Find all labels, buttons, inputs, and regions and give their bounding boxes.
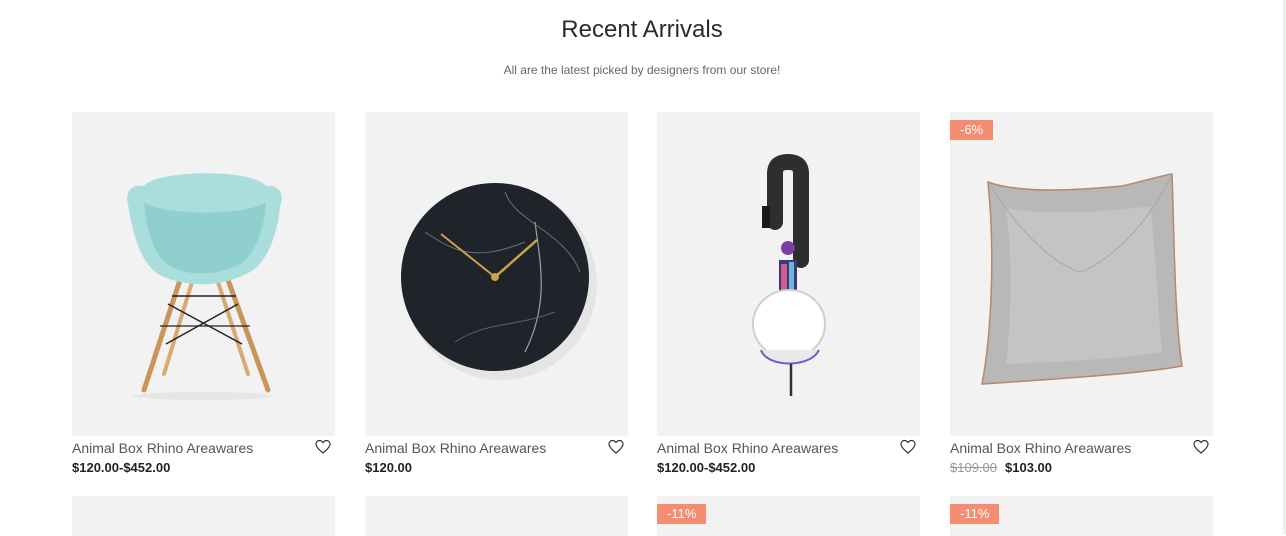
discount-badge: -11% bbox=[657, 504, 707, 524]
product-card: -6% Animal Box Rhino Areawares $109.00 $1… bbox=[950, 112, 1213, 476]
chair-illustration bbox=[127, 173, 282, 400]
section-subtitle: All are the latest picked by designers f… bbox=[503, 63, 781, 77]
product-info: Animal Box Rhino Areawares $109.00 $103.0… bbox=[950, 436, 1213, 476]
heart-outline-icon[interactable] bbox=[315, 439, 331, 455]
current-price: $120.00-$452.00 bbox=[657, 460, 756, 475]
clock-illustration bbox=[401, 183, 597, 380]
product-image-pillow[interactable]: -6% bbox=[950, 112, 1213, 436]
product-card: Animal Box Rhino Areawares $120.00 bbox=[365, 112, 628, 476]
heart-outline-icon[interactable] bbox=[608, 439, 624, 455]
heart-outline-icon[interactable] bbox=[900, 439, 916, 455]
product-name[interactable]: Animal Box Rhino Areawares bbox=[657, 440, 838, 456]
headphones-illustration bbox=[752, 153, 826, 396]
old-price: $109.00 bbox=[950, 460, 997, 475]
product-image-row2-3[interactable]: -11% bbox=[657, 496, 920, 536]
product-image-clock[interactable] bbox=[365, 112, 628, 436]
product-name[interactable]: Animal Box Rhino Areawares bbox=[72, 440, 253, 456]
product-price: $120.00-$452.00 bbox=[72, 460, 170, 475]
discount-badge: -6% bbox=[950, 120, 994, 140]
heart-outline-icon[interactable] bbox=[1193, 439, 1209, 455]
product-price: $120.00 bbox=[365, 460, 412, 475]
product-image-row2-4[interactable]: -11% bbox=[950, 496, 1213, 536]
product-card: Animal Box Rhino Areawares $120.00-$452.… bbox=[657, 112, 920, 476]
product-image-chair[interactable] bbox=[72, 112, 335, 436]
current-price: $103.00 bbox=[1005, 460, 1052, 475]
product-info: Animal Box Rhino Areawares $120.00 bbox=[365, 436, 628, 476]
product-info: Animal Box Rhino Areawares $120.00-$452.… bbox=[657, 436, 920, 476]
current-price: $120.00-$452.00 bbox=[72, 460, 171, 475]
product-card: Animal Box Rhino Areawares $120.00-$452.… bbox=[72, 112, 335, 476]
discount-badge: -11% bbox=[950, 504, 1000, 524]
product-info: Animal Box Rhino Areawares $120.00-$452.… bbox=[72, 436, 335, 476]
product-name[interactable]: Animal Box Rhino Areawares bbox=[365, 440, 546, 456]
pillow-illustration bbox=[981, 173, 1183, 385]
product-image-row2-1[interactable] bbox=[72, 496, 335, 536]
product-price: $120.00-$452.00 bbox=[657, 460, 755, 475]
product-image-row2-2[interactable] bbox=[365, 496, 628, 536]
section-title: Recent Arrivals bbox=[561, 16, 723, 43]
product-name[interactable]: Animal Box Rhino Areawares bbox=[950, 440, 1131, 456]
current-price: $120.00 bbox=[365, 460, 412, 475]
product-image-headphones[interactable] bbox=[657, 112, 920, 436]
product-price: $109.00 $103.00 bbox=[950, 460, 1052, 475]
